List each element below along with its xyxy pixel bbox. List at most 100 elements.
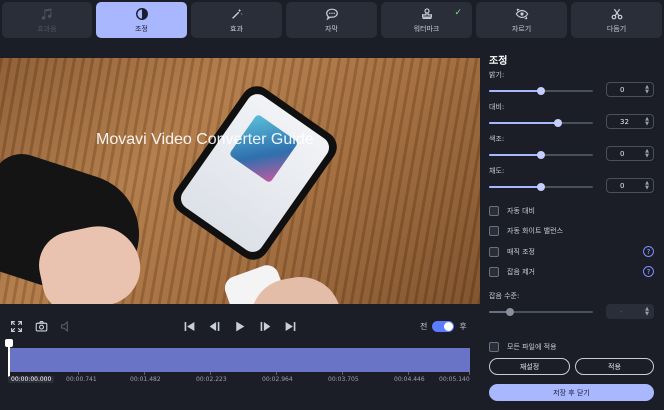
applied-check-icon: ✓ bbox=[454, 8, 462, 18]
contrast-input[interactable]: 32 ▲ ▼ bbox=[606, 114, 654, 129]
auto-contrast-row[interactable]: 자동 대비 bbox=[489, 206, 535, 216]
hue-input[interactable]: 0 ▲ ▼ bbox=[606, 146, 654, 161]
slider-thumb[interactable] bbox=[537, 151, 545, 159]
save-close-button[interactable]: 저장 후 닫기 bbox=[489, 384, 654, 401]
ruler-tick bbox=[144, 372, 145, 375]
slider-thumb[interactable] bbox=[553, 119, 562, 127]
reset-button[interactable]: 재설정 bbox=[489, 358, 570, 375]
stamp-icon bbox=[421, 7, 432, 19]
tick-label: 00:04.446 bbox=[394, 376, 425, 383]
tab-label: 자막 bbox=[325, 24, 338, 33]
apply-all-label: 모든 파일에 적용 bbox=[507, 343, 557, 351]
hue-label: 색조: bbox=[489, 135, 505, 143]
saturation-label: 채도: bbox=[489, 167, 505, 175]
apply-all-row[interactable]: 모든 파일에 적용 bbox=[489, 342, 557, 352]
video-preview[interactable]: Movavi Video Converter Guide bbox=[0, 58, 480, 304]
skip-end-icon[interactable] bbox=[284, 320, 297, 335]
tab-trim[interactable]: 다듬기 bbox=[571, 2, 662, 38]
auto-contrast-checkbox[interactable] bbox=[489, 206, 499, 216]
tab-effects[interactable]: 효과 bbox=[191, 2, 282, 38]
denoise-row[interactable]: 잡음 제거 bbox=[489, 267, 535, 277]
denoise-checkbox[interactable] bbox=[489, 267, 499, 277]
tab-subtitles[interactable]: 자막 bbox=[286, 2, 377, 38]
noise-level-label: 잡음 수준: bbox=[489, 292, 520, 300]
slider-fill bbox=[489, 90, 541, 92]
playhead-handle[interactable] bbox=[5, 339, 13, 347]
contrast-slider[interactable] bbox=[489, 119, 593, 127]
snapshot-icon[interactable] bbox=[35, 320, 48, 335]
tab-audio[interactable]: 효과음 bbox=[2, 2, 92, 38]
tab-label: 조정 bbox=[135, 24, 148, 33]
slider-thumb[interactable] bbox=[537, 183, 545, 191]
auto-white-balance-row[interactable]: 자동 화이트 밸런스 bbox=[489, 226, 563, 236]
time-ruler: 00:00:00.000 00:00.741 00:01.482 00:02.2… bbox=[0, 372, 480, 386]
ruler-tick bbox=[408, 372, 409, 375]
brightness-slider[interactable] bbox=[489, 87, 593, 95]
watermark-text: Movavi Video Converter Guide bbox=[96, 131, 314, 148]
before-after-toggle[interactable] bbox=[432, 321, 455, 332]
spinner-arrows-icon[interactable]: ▲ ▼ bbox=[645, 85, 649, 95]
magic-enhance-row[interactable]: 매직 조정 bbox=[489, 247, 535, 257]
spinner-arrows-icon[interactable]: ▲ ▼ bbox=[645, 181, 649, 191]
scissors-icon bbox=[611, 8, 622, 19]
tab-label: 효과음 bbox=[37, 24, 57, 33]
noise-level-slider[interactable] bbox=[489, 308, 593, 316]
slider-thumb[interactable] bbox=[505, 308, 514, 316]
ruler-tick bbox=[210, 372, 211, 375]
tab-adjust[interactable]: 조정 bbox=[96, 2, 187, 38]
adjust-panel: 조정 밝기: 0 ▲ ▼ 대비: 32 ▲ ▼ 색조: 0 ▲ ▼ 채도: 0 ▲ ▼ bbox=[480, 40, 664, 410]
saturation-slider[interactable] bbox=[489, 183, 593, 191]
fullscreen-icon[interactable] bbox=[10, 320, 23, 335]
previous-frame-icon[interactable] bbox=[208, 320, 221, 335]
spinner-arrows-icon[interactable]: ▲ ▼ bbox=[645, 149, 649, 159]
tab-watermark[interactable]: 워터마크 ✓ bbox=[381, 2, 472, 38]
saturation-input[interactable]: 0 ▲ ▼ bbox=[606, 178, 654, 193]
tick-label: 00:01.482 bbox=[130, 376, 161, 383]
ruler-tick bbox=[78, 372, 79, 375]
magic-wand-icon bbox=[231, 8, 243, 19]
slider-thumb[interactable] bbox=[537, 87, 545, 95]
noise-level-input[interactable]: - ▲ ▼ bbox=[606, 304, 654, 319]
tab-label: 워터마크 bbox=[413, 24, 440, 33]
brightness-input[interactable]: 0 ▲ ▼ bbox=[606, 82, 654, 97]
hue-value: 0 bbox=[620, 149, 625, 158]
magic-enhance-help-icon[interactable]: ? bbox=[643, 246, 654, 257]
magic-enhance-label: 매직 조정 bbox=[507, 248, 535, 256]
denoise-help-icon[interactable]: ? bbox=[643, 266, 654, 277]
toggle-knob bbox=[444, 322, 454, 331]
panel-title: 조정 bbox=[489, 56, 508, 67]
denoise-label: 잡음 제거 bbox=[507, 268, 535, 276]
slider-fill bbox=[489, 154, 541, 156]
contrast-value: 32 bbox=[620, 117, 629, 126]
ruler-tick bbox=[342, 372, 343, 375]
auto-white-balance-checkbox[interactable] bbox=[489, 226, 499, 236]
speech-bubble-icon bbox=[325, 8, 338, 20]
skip-start-icon[interactable] bbox=[183, 320, 196, 335]
next-frame-icon[interactable] bbox=[259, 320, 272, 335]
apply-button[interactable]: 적용 bbox=[575, 358, 654, 375]
slider-fill bbox=[489, 122, 558, 124]
volume-icon[interactable] bbox=[60, 320, 73, 335]
play-icon[interactable] bbox=[233, 320, 246, 335]
tick-label: 00:03.705 bbox=[328, 376, 359, 383]
spinner-arrows-icon[interactable]: ▲ ▼ bbox=[645, 307, 649, 317]
tab-label: 자르기 bbox=[511, 24, 532, 33]
tab-crop[interactable]: 자르기 bbox=[476, 2, 567, 38]
current-time: 00:00:00.000 bbox=[8, 376, 55, 383]
music-note-icon bbox=[41, 7, 52, 20]
magic-enhance-checkbox[interactable] bbox=[489, 247, 499, 257]
ruler-tick bbox=[469, 372, 470, 375]
brightness-label: 밝기: bbox=[489, 71, 505, 79]
apply-all-checkbox[interactable] bbox=[489, 342, 499, 352]
spinner-arrows-icon[interactable]: ▲ ▼ bbox=[645, 117, 649, 127]
auto-white-balance-label: 자동 화이트 밸런스 bbox=[507, 227, 563, 235]
timeline-track[interactable] bbox=[8, 348, 470, 372]
auto-contrast-label: 자동 대비 bbox=[507, 207, 535, 215]
after-label: 후 bbox=[459, 322, 467, 331]
slider-fill bbox=[489, 186, 541, 188]
hue-slider[interactable] bbox=[489, 151, 593, 159]
tick-label: 00:00.741 bbox=[66, 376, 97, 383]
tick-label: 00:02.223 bbox=[196, 376, 227, 383]
saturation-value: 0 bbox=[620, 181, 625, 190]
tab-label: 효과 bbox=[230, 24, 243, 33]
